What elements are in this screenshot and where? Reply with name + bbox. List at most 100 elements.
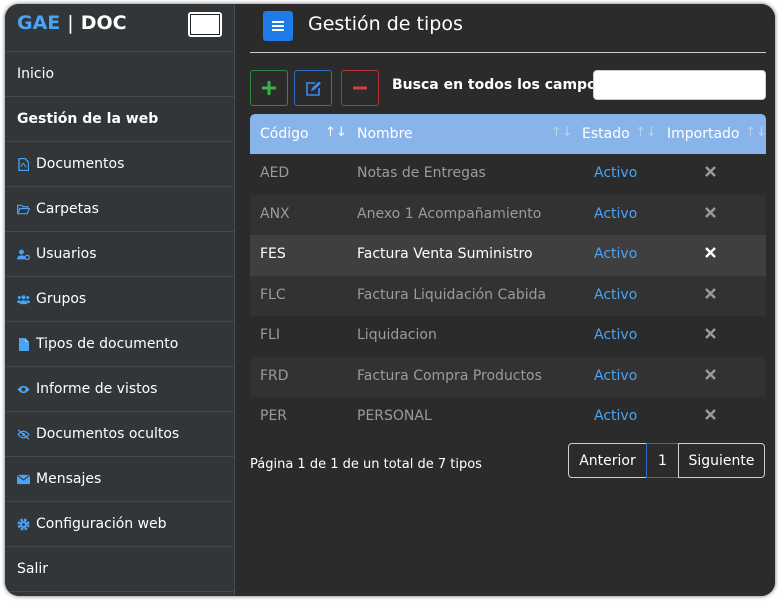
- plus-icon: [262, 81, 276, 95]
- column-header-importado[interactable]: Importado: [667, 126, 740, 142]
- sort-asc-icon[interactable]: ↑↓: [325, 125, 347, 140]
- table-row[interactable]: FLC Factura Liquidación Cabida Activo: [250, 275, 766, 316]
- cell-estado[interactable]: Activo: [594, 287, 637, 303]
- user-cog-icon: [17, 248, 30, 261]
- main-content: Gestión de tipos Busca en todos los camp…: [235, 4, 775, 596]
- close-icon: [705, 287, 716, 299]
- cell-codigo: FLC: [260, 286, 286, 303]
- cell-estado[interactable]: Activo: [594, 368, 637, 384]
- sidebar-item-informe-vistos[interactable]: Informe de vistos: [5, 367, 234, 412]
- sidebar: GAE | DOC Inicio Gestión de la web Documen…: [5, 4, 235, 596]
- search-label: Busca en todos los campos:: [392, 77, 611, 93]
- table-row[interactable]: ANX Anexo 1 Acompañamiento Activo: [250, 194, 766, 235]
- cell-estado[interactable]: Activo: [594, 408, 637, 424]
- cell-estado[interactable]: Activo: [594, 165, 637, 181]
- hamburger-icon-bar: [272, 29, 284, 31]
- cell-codigo: ANX: [260, 205, 290, 222]
- cell-codigo: FLI: [260, 327, 280, 343]
- next-page-button[interactable]: Siguiente: [678, 443, 765, 478]
- table-row[interactable]: FLI Liquidacion Activo: [250, 316, 766, 357]
- brand-logo[interactable]: GAE | DOC: [17, 12, 127, 34]
- close-icon: [705, 206, 716, 218]
- table-row[interactable]: FRD Factura Compra Productos Activo: [250, 356, 766, 397]
- sidebar-item-salir[interactable]: Salir: [5, 547, 234, 592]
- page-number-button[interactable]: 1: [646, 443, 679, 478]
- edit-icon: [306, 81, 321, 96]
- sidebar-item-label: Salir: [17, 561, 49, 577]
- cell-codigo: PER: [260, 408, 288, 424]
- sidebar-item-label: Mensajes: [36, 471, 102, 487]
- brand-separator: |: [67, 12, 74, 34]
- column-header-estado[interactable]: Estado: [582, 126, 630, 142]
- cell-codigo: FRD: [260, 367, 289, 384]
- sidebar-item-carpetas[interactable]: Carpetas: [5, 187, 234, 232]
- sidebar-item-usuarios[interactable]: Usuarios: [5, 232, 234, 277]
- theme-toggle-button[interactable]: [188, 12, 222, 37]
- pagination: Anterior 1 Siguiente: [568, 443, 765, 478]
- column-header-codigo[interactable]: Código: [260, 126, 309, 142]
- cell-nombre: Notas de Entregas: [357, 165, 486, 181]
- cell-estado[interactable]: Activo: [594, 327, 637, 343]
- sidebar-item-tipos-documento[interactable]: Tipos de documento: [5, 322, 234, 367]
- sidebar-item-grupos[interactable]: Grupos: [5, 277, 234, 322]
- cell-estado[interactable]: Activo: [594, 246, 637, 262]
- close-icon: [705, 409, 716, 420]
- close-icon: [705, 368, 716, 380]
- minus-icon: [353, 86, 367, 90]
- add-button[interactable]: [250, 70, 288, 106]
- delete-button[interactable]: [341, 70, 379, 106]
- title-divider: [250, 52, 766, 53]
- close-icon: [705, 166, 716, 177]
- sort-icon[interactable]: ↑↓: [635, 125, 657, 140]
- users-icon: [17, 293, 30, 306]
- sidebar-item-label: Carpetas: [36, 201, 99, 217]
- moon-icon: [206, 17, 213, 31]
- cell-nombre: Liquidacion: [357, 327, 437, 343]
- cell-nombre: PERSONAL: [357, 408, 432, 424]
- pdf-file-icon: [17, 157, 30, 171]
- brand-doc: DOC: [80, 12, 127, 34]
- eye-slash-icon: [17, 428, 30, 441]
- hamburger-icon-bar: [272, 25, 284, 27]
- edit-button[interactable]: [294, 70, 332, 106]
- gear-icon: [17, 518, 30, 531]
- cell-nombre: Factura Venta Suministro: [357, 246, 533, 262]
- sidebar-item-gestion-web[interactable]: Gestión de la web: [5, 97, 234, 142]
- cell-codigo: AED: [260, 165, 290, 181]
- types-table: Código ↑↓ Nombre ↑↓ Estado ↑↓ Importado …: [250, 114, 767, 438]
- file-icon: [17, 337, 30, 351]
- sort-icon[interactable]: ↑↓: [745, 125, 767, 140]
- page-title: Gestión de tipos: [308, 13, 463, 35]
- close-icon: [705, 247, 716, 258]
- envelope-icon: [17, 473, 30, 486]
- brand-bar: GAE | DOC: [5, 4, 234, 52]
- cell-estado[interactable]: Activo: [594, 206, 637, 222]
- table-row[interactable]: FES Factura Venta Suministro Activo: [250, 235, 766, 276]
- column-header-nombre[interactable]: Nombre: [357, 126, 413, 142]
- table-row[interactable]: AED Notas de Entregas Activo: [250, 154, 766, 195]
- sidebar-item-documentos[interactable]: Documentos: [5, 142, 234, 187]
- table-header: Código ↑↓ Nombre ↑↓ Estado ↑↓ Importado …: [250, 114, 767, 154]
- sidebar-item-label: Configuración web: [36, 516, 167, 532]
- cell-codigo: FES: [260, 246, 286, 262]
- close-icon: [705, 328, 716, 339]
- sidebar-item-documentos-ocultos[interactable]: Documentos ocultos: [5, 412, 234, 457]
- brand-gae: GAE: [17, 12, 61, 34]
- sidebar-item-label: Inicio: [17, 66, 55, 82]
- sort-icon[interactable]: ↑↓: [551, 125, 573, 140]
- sidebar-item-label: Grupos: [36, 291, 87, 307]
- table-row[interactable]: PER PERSONAL Activo: [250, 397, 766, 438]
- cell-nombre: Anexo 1 Acompañamiento: [357, 205, 542, 222]
- sidebar-item-label: Usuarios: [36, 246, 97, 262]
- sidebar-item-label: Documentos: [36, 156, 125, 172]
- eye-icon: [17, 383, 30, 396]
- app-window: GAE | DOC Inicio Gestión de la web Documen…: [5, 4, 775, 596]
- menu-toggle-button[interactable]: [263, 11, 293, 41]
- sidebar-item-inicio[interactable]: Inicio: [5, 52, 234, 97]
- search-input[interactable]: [593, 70, 766, 100]
- pagination-summary: Página 1 de 1 de un total de 7 tipos: [250, 457, 482, 472]
- sidebar-item-configuracion-web[interactable]: Configuración web: [5, 502, 234, 547]
- cell-nombre: Factura Liquidación Cabida: [357, 286, 547, 303]
- previous-page-button[interactable]: Anterior: [568, 443, 647, 478]
- sidebar-item-mensajes[interactable]: Mensajes: [5, 457, 234, 502]
